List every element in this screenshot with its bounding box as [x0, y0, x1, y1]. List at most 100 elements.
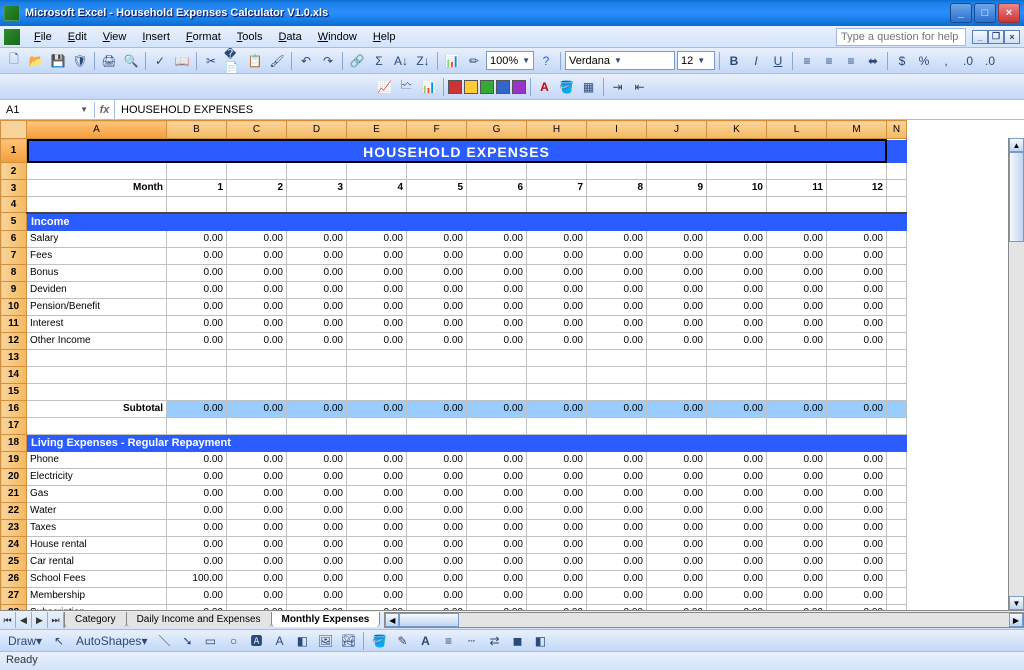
cell-subtotal[interactable]: 0.00 — [407, 400, 467, 417]
decrease-decimal-icon[interactable]: .0 — [980, 51, 1000, 71]
cell-value[interactable]: 0.00 — [827, 553, 887, 570]
cell-value[interactable]: 0.00 — [647, 298, 707, 315]
cell-value[interactable]: 0.00 — [767, 587, 827, 604]
cell-value[interactable]: 0.00 — [227, 502, 287, 519]
percent-icon[interactable]: % — [914, 51, 934, 71]
cell-value[interactable]: 0.00 — [707, 604, 767, 610]
cell-value[interactable]: 0.00 — [167, 519, 227, 536]
cell-value[interactable]: 0.00 — [227, 604, 287, 610]
3d-icon[interactable]: ◧ — [530, 631, 550, 651]
menu-format[interactable]: Format — [178, 29, 229, 45]
cell-value[interactable]: 0.00 — [347, 485, 407, 502]
cell-value[interactable]: 0.00 — [467, 451, 527, 468]
textbox-icon[interactable]: 🅰 — [246, 631, 266, 651]
sheet-tab-daily-income-and-expenses[interactable]: Daily Income and Expenses — [126, 612, 272, 627]
cell-value[interactable]: 0.00 — [467, 468, 527, 485]
column-header-B[interactable]: B — [167, 121, 227, 139]
redo-icon[interactable]: ↷ — [318, 51, 338, 71]
cell-value[interactable]: 0.00 — [467, 536, 527, 553]
font-combo[interactable]: Verdana▼ — [565, 51, 675, 70]
cell-value[interactable]: 0.00 — [227, 281, 287, 298]
new-icon[interactable]: 🗋 — [4, 51, 24, 71]
cell-value[interactable]: 0.00 — [407, 570, 467, 587]
cell-value[interactable]: 0.00 — [587, 281, 647, 298]
cell-value[interactable]: 0.00 — [527, 587, 587, 604]
cell-value[interactable]: 0.00 — [347, 502, 407, 519]
cell-blank[interactable] — [27, 163, 167, 180]
cell-label[interactable]: Gas — [27, 485, 167, 502]
font-color-draw-icon[interactable]: A — [415, 631, 435, 651]
menu-edit[interactable]: Edit — [60, 29, 95, 45]
fill-color-icon[interactable]: 🪣 — [557, 77, 577, 97]
cell-value[interactable]: 0.00 — [647, 604, 707, 610]
menu-help[interactable]: Help — [365, 29, 404, 45]
cell-value[interactable]: 0.00 — [407, 519, 467, 536]
cell-value[interactable]: 0.00 — [347, 468, 407, 485]
cell-value[interactable]: 0.00 — [227, 332, 287, 349]
cell-value[interactable]: 0.00 — [587, 604, 647, 610]
cell-value[interactable]: 0.00 — [167, 332, 227, 349]
tab-nav-first-icon[interactable]: ⏮ — [0, 612, 16, 628]
scroll-thumb-vertical[interactable] — [1009, 152, 1024, 242]
cell-value[interactable]: 0.00 — [167, 604, 227, 610]
scroll-right-icon[interactable]: ▶ — [1009, 613, 1023, 627]
cell-blank[interactable] — [887, 163, 907, 180]
arrow-icon[interactable]: ➘ — [177, 631, 197, 651]
fill-color-draw-icon[interactable]: 🪣 — [369, 631, 389, 651]
clipart-icon[interactable]: 🖼 — [315, 631, 335, 651]
cell-label[interactable]: Salary — [27, 230, 167, 247]
cell-value[interactable]: 0.00 — [287, 315, 347, 332]
cell-value[interactable]: 0.00 — [587, 502, 647, 519]
copy-icon[interactable]: �📄 — [223, 51, 243, 71]
row-header-27[interactable]: 27 — [1, 587, 27, 604]
tab-nav-prev-icon[interactable]: ◀ — [16, 612, 32, 628]
cell-blank[interactable] — [347, 163, 407, 180]
cell-value[interactable]: 0.00 — [527, 451, 587, 468]
cell-value[interactable]: 0.00 — [707, 553, 767, 570]
column-header-G[interactable]: G — [467, 121, 527, 139]
cell-value[interactable]: 0.00 — [287, 264, 347, 281]
cell-blank[interactable] — [767, 163, 827, 180]
formula-input[interactable]: HOUSEHOLD EXPENSES — [115, 102, 1024, 118]
hyperlink-icon[interactable]: 🔗 — [347, 51, 367, 71]
cell-value[interactable]: 0.00 — [827, 315, 887, 332]
cell-value[interactable]: 0.00 — [587, 230, 647, 247]
cell-blank[interactable] — [407, 163, 467, 180]
cell-value[interactable]: 0.00 — [287, 553, 347, 570]
cell-value[interactable]: 0.00 — [647, 230, 707, 247]
cell-value[interactable]: 0.00 — [287, 451, 347, 468]
arrow-style-icon[interactable]: ⇄ — [484, 631, 504, 651]
row-header-25[interactable]: 25 — [1, 553, 27, 570]
cell-value[interactable]: 0.00 — [467, 519, 527, 536]
cell-value[interactable]: 0.00 — [347, 264, 407, 281]
cell-value[interactable]: 0.00 — [407, 247, 467, 264]
cell-value[interactable]: 0.00 — [347, 587, 407, 604]
row-header-16[interactable]: 16 — [1, 400, 27, 417]
cell-value[interactable]: 0.00 — [647, 332, 707, 349]
permission-icon[interactable]: 🛡 — [70, 51, 90, 71]
excel-doc-icon[interactable] — [4, 29, 20, 45]
paste-icon[interactable]: 📋 — [245, 51, 265, 71]
cell-value[interactable]: 0.00 — [767, 264, 827, 281]
underline-icon[interactable]: U — [768, 51, 788, 71]
column-header-D[interactable]: D — [287, 121, 347, 139]
cell-value[interactable]: 0.00 — [347, 570, 407, 587]
cell-label[interactable]: Fees — [27, 247, 167, 264]
cell-month-2[interactable]: 2 — [227, 180, 287, 197]
cell-value[interactable]: 0.00 — [287, 468, 347, 485]
row-header-23[interactable]: 23 — [1, 519, 27, 536]
cell-value[interactable]: 0.00 — [707, 502, 767, 519]
cell-value[interactable]: 0.00 — [647, 485, 707, 502]
row-header-26[interactable]: 26 — [1, 570, 27, 587]
column-header-K[interactable]: K — [707, 121, 767, 139]
cell-value[interactable]: 0.00 — [287, 536, 347, 553]
cell-value[interactable]: 0.00 — [587, 451, 647, 468]
cell-label[interactable]: Interest — [27, 315, 167, 332]
cell-label[interactable]: Deviden — [27, 281, 167, 298]
row-header-28[interactable]: 28 — [1, 604, 27, 610]
doc-minimize-button[interactable]: _ — [972, 30, 988, 44]
cell-value[interactable]: 0.00 — [767, 298, 827, 315]
cell-value[interactable]: 0.00 — [167, 587, 227, 604]
cell-value[interactable]: 0.00 — [407, 502, 467, 519]
sheet-tab-monthly-expenses[interactable]: Monthly Expenses — [271, 612, 381, 627]
